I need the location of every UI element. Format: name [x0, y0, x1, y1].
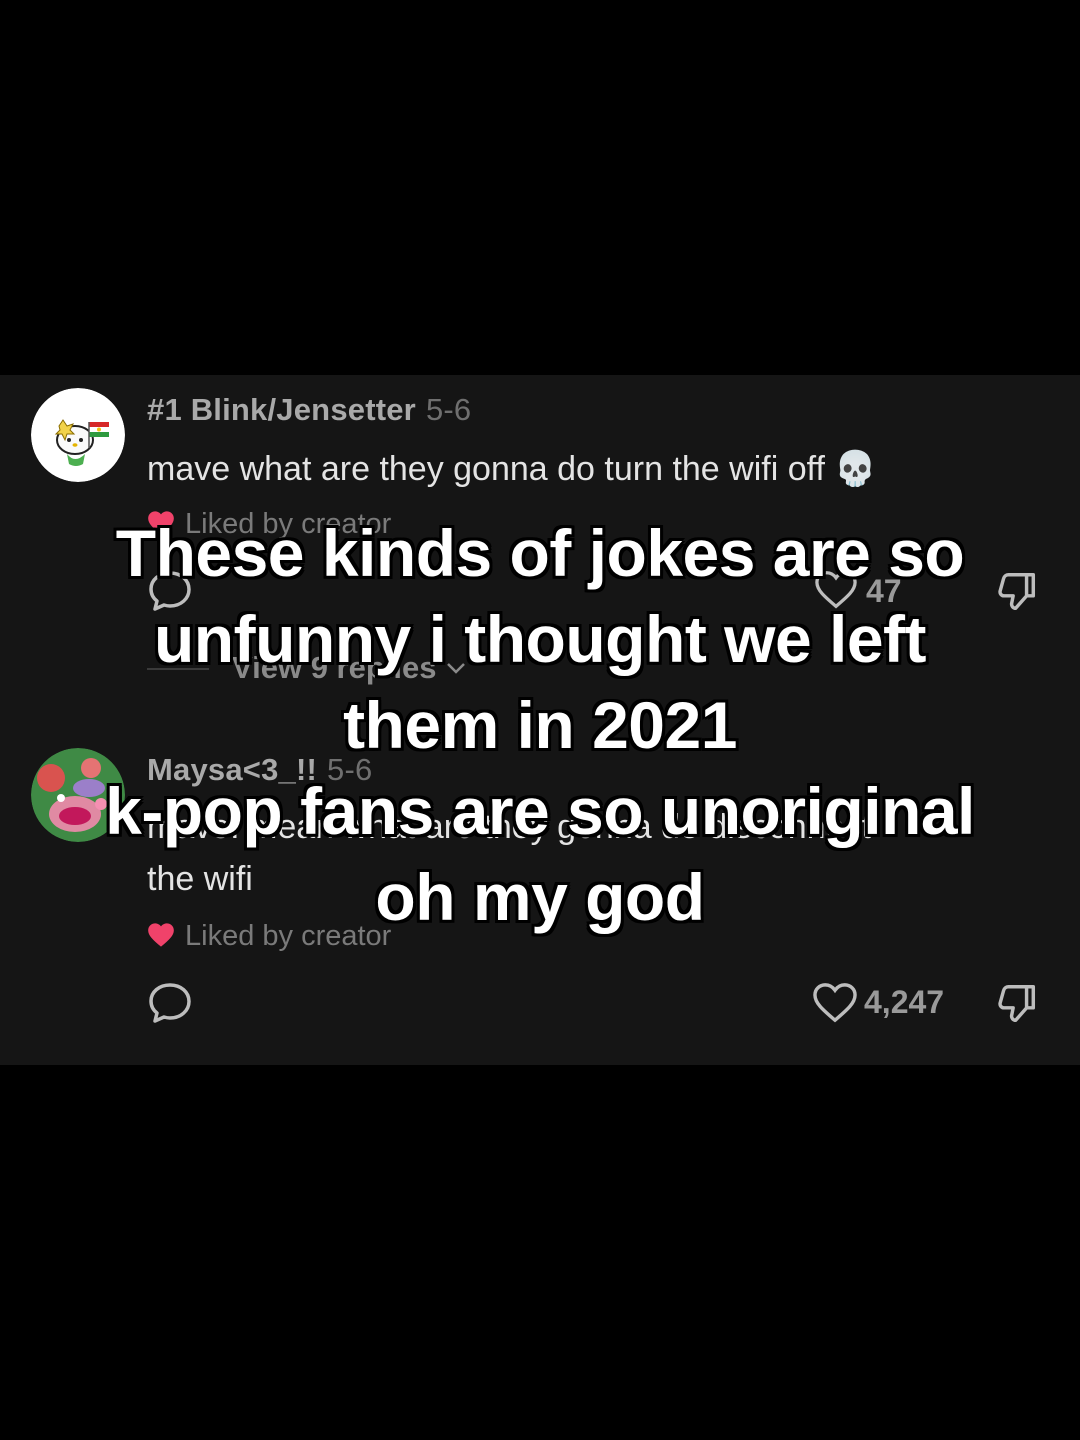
comment-username[interactable]: #1 Blink/Jensetter 5-6 [147, 392, 471, 428]
caption-line: them in 2021 [343, 688, 737, 762]
caption-line: oh my god [375, 860, 705, 934]
skull-emoji-icon: 💀 [834, 450, 877, 488]
heart-outline-icon[interactable] [811, 982, 859, 1024]
thumbs-down-icon[interactable] [994, 980, 1040, 1028]
like-count: 4,247 [864, 984, 945, 1020]
reply-speech-bubble-icon[interactable] [147, 982, 193, 1024]
caption-line: unfunny i thought we left [153, 602, 927, 676]
comment-date: 5-6 [425, 392, 472, 427]
caption-overlay: These kinds of jokes are so unfunny i th… [0, 510, 1080, 940]
avatar[interactable] [31, 388, 125, 482]
caption-line: k-pop fans are so unoriginal [105, 774, 975, 848]
caption-line: These kinds of jokes are so [115, 516, 965, 590]
comment-text: mave what are they gonna do turn the wif… [147, 450, 877, 488]
